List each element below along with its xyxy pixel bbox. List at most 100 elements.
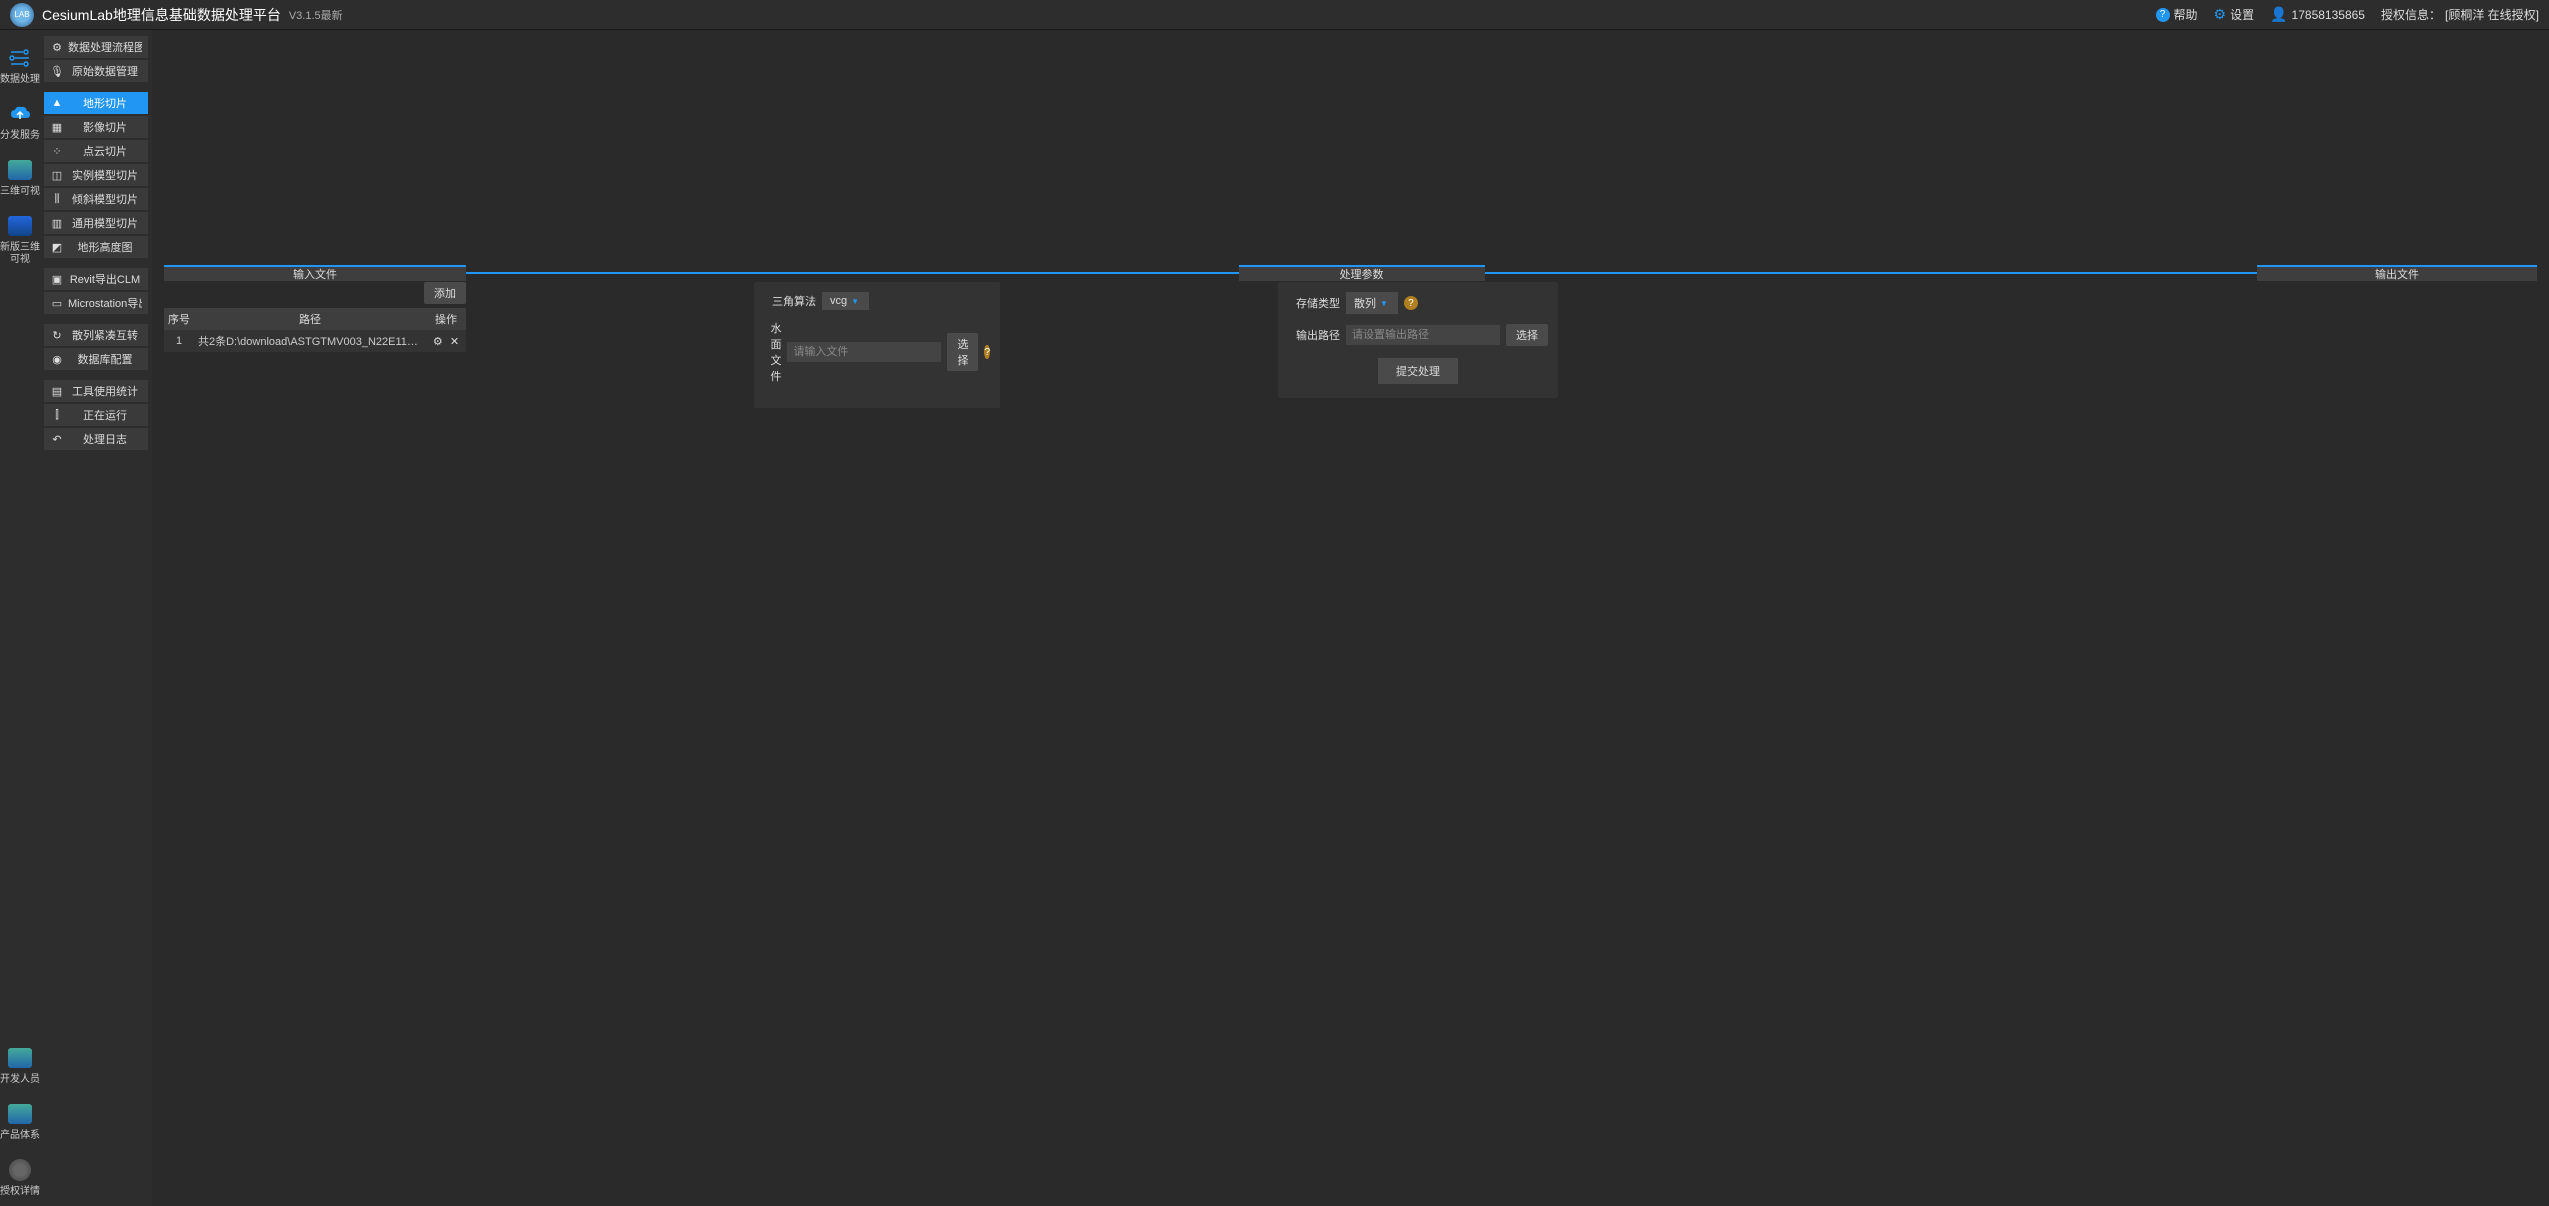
output-path-input[interactable]: [1346, 325, 1500, 345]
cube-icon: ◫: [50, 169, 64, 182]
cell-ops: ⚙ ✕: [426, 330, 466, 352]
auth-label: 授权信息：: [2381, 6, 2441, 23]
rail-label: 产品体系: [0, 1130, 40, 1142]
building-icon: ▥: [50, 217, 64, 230]
sidebar-item-label: 影像切片: [68, 119, 142, 135]
flow-icon: [8, 46, 32, 70]
sidebar-item-label: Microstation导出CLM: [68, 295, 142, 311]
sidebar-item-11[interactable]: ↻ 散列紧凑互转: [44, 324, 148, 346]
app-header: LAB CesiumLab地理信息基础数据处理平台 V3.1.5最新 ? 帮助 …: [0, 0, 2549, 30]
app-logo-icon: LAB: [10, 3, 34, 27]
sidebar-item-1[interactable]: 🎙 原始数据管理: [44, 60, 148, 82]
sidebar-item-5[interactable]: ◫ 实例模型切片: [44, 164, 148, 186]
sidebar-menu: ⚙ 数据处理流程图 🎙 原始数据管理 ▲ 地形切片 ▦ 影像切片 ⁘点云切片 ◫ 实例模型切片 ⫼ 倾斜…: [40, 30, 152, 1206]
sidebar-item-8[interactable]: ◩地形高度图: [44, 236, 148, 258]
rail-data-processing[interactable]: 数据处理: [0, 38, 40, 94]
col-path: 路径: [194, 308, 426, 330]
help-icon[interactable]: ?: [1404, 296, 1418, 310]
sidebar-item-label: 地形高度图: [68, 239, 142, 255]
gear-icon: ⚙: [2214, 6, 2227, 23]
auth-value: [顾桐洋 在线授权]: [2445, 6, 2539, 23]
wf-output-label: 输出文件: [2375, 266, 2419, 282]
water-file-input[interactable]: [787, 342, 941, 362]
sidebar-item-3[interactable]: ▦ 影像切片: [44, 116, 148, 138]
sidebar-item-label: 原始数据管理: [68, 63, 142, 79]
sidebar-item-label: 数据处理流程图: [68, 39, 142, 55]
user-icon: 👤: [2270, 6, 2287, 23]
main-content: 输入文件 处理参数 输出文件 添加 序号 路径 操作: [152, 30, 2549, 1206]
user-link[interactable]: 👤 17858135865: [2270, 6, 2365, 23]
submit-button[interactable]: 提交处理: [1378, 358, 1458, 384]
sidebar-item-6[interactable]: ⫼ 倾斜模型切片: [44, 188, 148, 210]
output-panel: 存储类型 散列 ▼ ? 输出路径 选择 提交处理: [1278, 282, 1558, 398]
sidebar-item-15[interactable]: ↶处理日志: [44, 428, 148, 450]
auth-info[interactable]: 授权信息： [顾桐洋 在线授权]: [2381, 6, 2539, 23]
rail-developers[interactable]: 开发人员: [0, 1038, 40, 1094]
bars-icon: ⫼: [50, 193, 64, 206]
row-delete-icon[interactable]: ✕: [450, 336, 459, 348]
left-rail: 数据处理 分发服务 三维可视 新版三维可视 开发人员: [0, 30, 40, 1206]
storage-dropdown[interactable]: 散列 ▼: [1346, 292, 1398, 314]
undo-icon: ↶: [50, 433, 64, 446]
sidebar-item-0[interactable]: ⚙ 数据处理流程图: [44, 36, 148, 58]
rail-distribute[interactable]: 分发服务: [0, 94, 40, 150]
algo-label: 三角算法: [764, 293, 816, 309]
workflow-step-params: 处理参数: [1239, 265, 1485, 281]
sidebar-item-label: 实例模型切片: [68, 167, 142, 183]
sidebar-item-10[interactable]: ▭Microstation导出CLM: [44, 292, 148, 314]
workflow-connector: [1485, 272, 2258, 274]
sidebar-item-label: 正在运行: [68, 407, 142, 423]
outpath-label: 输出路径: [1288, 327, 1340, 343]
add-file-button[interactable]: 添加: [424, 282, 466, 304]
wf-input-label: 输入文件: [293, 266, 337, 282]
db-icon: ◉: [50, 353, 64, 366]
chevron-down-icon: ▼: [851, 297, 859, 306]
rail-auth-details[interactable]: 授权详情: [0, 1150, 40, 1206]
workflow-step-input: 输入文件: [164, 265, 466, 281]
mic-icon: 🎙: [50, 65, 64, 78]
outpath-choose-button[interactable]: 选择: [1506, 324, 1548, 346]
refresh-icon: ↻: [50, 329, 64, 342]
sidebar-item-7[interactable]: ▥通用模型切片: [44, 212, 148, 234]
rail-label: 数据处理: [0, 74, 40, 86]
settings-link[interactable]: ⚙ 设置: [2214, 6, 2255, 23]
settings-label: 设置: [2230, 6, 2254, 23]
storage-value: 散列: [1354, 295, 1376, 311]
sidebar-item-9[interactable]: ▣ Revit导出CLM: [44, 268, 148, 290]
sidebar-item-14[interactable]: ⫿正在运行: [44, 404, 148, 426]
params-panel: 三角算法 vcg ▼ 水面文件 选择 ?: [754, 282, 1000, 408]
rail-products[interactable]: 产品体系: [0, 1094, 40, 1150]
box-icon: ▣: [50, 273, 64, 286]
image-icon: ▦: [50, 121, 64, 134]
rail-3dview-new[interactable]: 新版三维可视: [0, 206, 40, 274]
sidebar-item-12[interactable]: ◉数据库配置: [44, 348, 148, 370]
sidebar-item-4[interactable]: ⁘点云切片: [44, 140, 148, 162]
points-icon: ⁘: [50, 145, 64, 158]
help-link[interactable]: ? 帮助: [2156, 6, 2198, 23]
car-icon: [8, 214, 32, 238]
gear-icon: ⚙: [50, 41, 64, 54]
terrain-icon: ▲: [50, 97, 64, 109]
rail-3dview[interactable]: 三维可视: [0, 150, 40, 206]
sidebar-item-label: Revit导出CLM: [68, 271, 142, 287]
table-row: 1 共2条D:\download\ASTGTMV003_N22E113\ASTG…: [164, 330, 466, 352]
sidebar-item-label: 倾斜模型切片: [68, 191, 142, 207]
rail-label: 开发人员: [0, 1074, 40, 1086]
app-title: CesiumLab地理信息基础数据处理平台: [42, 5, 281, 25]
help-icon[interactable]: ?: [984, 345, 990, 359]
cloud-icon: [8, 102, 32, 126]
row-settings-icon[interactable]: ⚙: [433, 336, 443, 348]
app-version: V3.1.5最新: [289, 7, 343, 23]
sidebar-item-13[interactable]: ▤工具使用统计: [44, 380, 148, 402]
workflow-bar: 输入文件 处理参数 输出文件: [164, 264, 2537, 282]
water-label: 水面文件: [764, 320, 781, 384]
sidebar-item-label: 散列紧凑互转: [68, 327, 142, 343]
workflow-step-output: 输出文件: [2257, 265, 2537, 281]
cell-seq: 1: [164, 330, 194, 352]
water-choose-button[interactable]: 选择: [947, 333, 978, 371]
sidebar-item-2[interactable]: ▲ 地形切片: [44, 92, 148, 114]
algo-dropdown[interactable]: vcg ▼: [822, 292, 869, 310]
help-icon: ?: [2156, 8, 2170, 22]
sidebar-item-label: 地形切片: [68, 95, 142, 111]
help-label: 帮助: [2174, 6, 2198, 23]
